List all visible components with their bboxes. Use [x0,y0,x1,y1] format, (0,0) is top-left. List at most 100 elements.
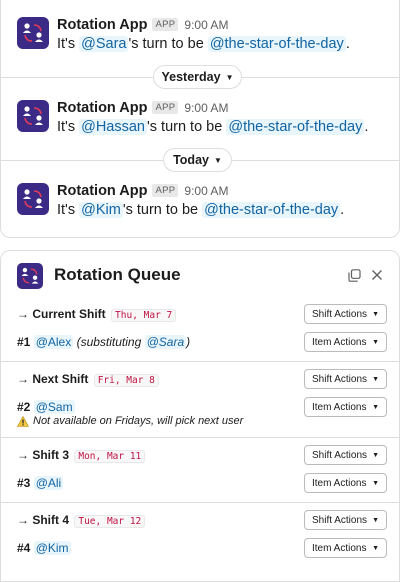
shift-header: → Shift 3 Mon, Mar 11 [17,448,146,463]
item-note: ) [186,335,191,349]
warning-text: Not available on Fridays, will pick next… [33,415,244,427]
availability-warning: Not available on Fridays, will pick next… [17,415,243,427]
queue-title: Rotation Queue [54,265,181,284]
rotation-icon [23,106,43,125]
rotation-icon [21,267,39,284]
shift-header: → Shift 4 Tue, Mar 12 [17,513,146,528]
shift-label: Shift 4 [32,513,70,527]
chevron-down-icon: ▼ [372,479,379,487]
user-mention[interactable]: @Ali [33,476,64,490]
warning-icon [17,415,29,427]
sender-name[interactable]: Rotation App [57,183,147,199]
user-mention[interactable]: @Sara [79,36,129,52]
app-badge: APP [152,101,179,114]
chevron-down-icon: ▼ [372,375,379,383]
chat-panel: Rotation App APP 9:00 AM It's @Sara's tu… [0,0,400,238]
message: Rotation App APP 9:00 AM It's @Sara's tu… [17,17,387,57]
date-jump-button[interactable]: Today ▼ [163,148,232,172]
timestamp[interactable]: 9:00 AM [184,184,228,198]
chevron-down-icon: ▼ [213,155,222,165]
arrow-icon: → [17,372,29,386]
chevron-down-icon: ▼ [225,72,234,82]
close-icon[interactable] [368,266,386,284]
divider [1,437,399,438]
button-label: Shift Actions [312,373,368,385]
sender-name[interactable]: Rotation App [57,17,147,33]
item-actions-button[interactable]: Item Actions ▼ [304,332,387,352]
app-avatar[interactable] [17,183,49,215]
chevron-down-icon: ▼ [372,544,379,552]
divider [1,361,399,362]
user-mention[interactable]: @Kim [79,202,123,218]
item-actions-button[interactable]: Item Actions ▼ [304,538,387,558]
queue-item: #3 @Ali [17,476,64,490]
item-number: #3 [17,476,31,490]
message-text: It's @Sara's turn to be @the-star-of-the… [57,36,350,52]
button-label: Shift Actions [312,308,368,320]
message-text: It's @Kim's turn to be @the-star-of-the-… [57,202,344,218]
shift-actions-button[interactable]: Shift Actions ▼ [304,510,387,530]
shift-date: Thu, Mar 7 [111,309,177,322]
timestamp[interactable]: 9:00 AM [184,18,228,32]
message-text: It's @Hassan's turn to be @the-star-of-t… [57,119,368,135]
chevron-down-icon: ▼ [372,403,379,411]
queue-header: Rotation Queue [1,251,399,301]
button-label: Item Actions [312,477,367,489]
user-mention[interactable]: @Sara [144,335,187,349]
chevron-down-icon: ▼ [372,338,379,346]
shift-actions-button[interactable]: Shift Actions ▼ [304,369,387,389]
sender-name[interactable]: Rotation App [57,100,147,116]
group-mention[interactable]: @the-star-of-the-day [202,202,341,218]
chevron-down-icon: ▼ [372,516,379,524]
app-avatar[interactable] [17,100,49,132]
shift-label: Current Shift [32,307,106,321]
shift-actions-button[interactable]: Shift Actions ▼ [304,445,387,465]
user-mention[interactable]: @Hassan [79,119,147,135]
divider [1,502,399,503]
divider-label: Today [173,153,209,167]
text-fragment: 's turn to be [128,36,208,52]
text-fragment: It's [57,36,80,52]
app-badge: APP [152,18,179,31]
arrow-icon: → [17,513,29,527]
button-label: Shift Actions [312,449,368,461]
shift-actions-button[interactable]: Shift Actions ▼ [304,304,387,324]
shift-date: Mon, Mar 11 [74,450,146,463]
text-fragment: 's turn to be [122,202,203,218]
date-jump-button[interactable]: Yesterday ▼ [153,65,242,89]
item-number: #2 [17,400,31,414]
group-mention[interactable]: @the-star-of-the-day [207,36,346,52]
message: Rotation App APP 9:00 AM It's @Kim's tur… [17,183,387,223]
text-fragment: . [345,36,350,52]
button-label: Item Actions [312,542,367,554]
user-mention[interactable]: @Sam [33,400,75,414]
chevron-down-icon: ▼ [372,451,379,459]
arrow-icon: → [17,448,29,462]
queue-item: #4 @Kim [17,541,71,555]
app-avatar[interactable] [17,17,49,49]
shift-date: Tue, Mar 12 [74,515,146,528]
text-fragment: It's [57,119,80,135]
text-fragment: It's [57,202,80,218]
group-mention[interactable]: @the-star-of-the-day [226,119,365,135]
shift-label: Shift 3 [32,448,70,462]
item-actions-button[interactable]: Item Actions ▼ [304,397,387,417]
button-label: Shift Actions [312,514,368,526]
queue-item: #2 @Sam [17,400,75,414]
rotation-queue-panel: Rotation Queue → Current Shift Thu, Mar … [0,250,400,582]
day-divider: Yesterday ▼ [1,65,399,89]
button-label: Item Actions [312,401,367,413]
app-avatar [17,263,43,289]
item-number: #1 [17,335,31,349]
user-mention[interactable]: @Alex [33,335,74,349]
item-number: #4 [17,541,31,555]
text-fragment: . [364,119,369,135]
rotation-icon [23,189,43,208]
copy-icon[interactable] [345,266,363,284]
divider-label: Yesterday [161,70,221,84]
queue-item: #1 @Alex (substituting @Sara) [17,335,190,349]
item-actions-button[interactable]: Item Actions ▼ [304,473,387,493]
user-mention[interactable]: @Kim [33,541,71,555]
timestamp[interactable]: 9:00 AM [184,101,228,115]
day-divider: Today ▼ [1,148,399,172]
